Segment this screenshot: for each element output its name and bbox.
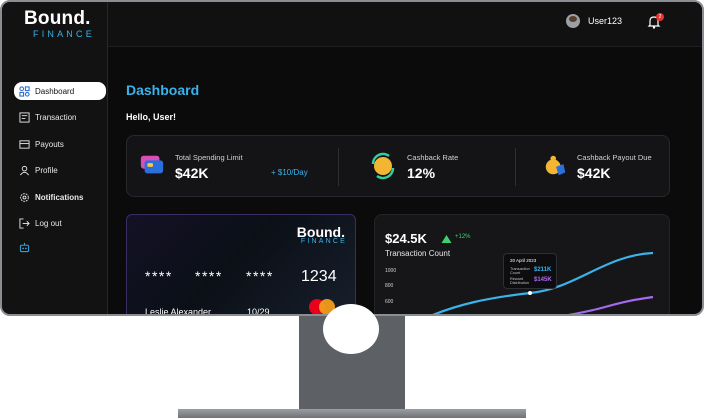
monitor-stand-hole	[323, 304, 379, 354]
top-bar: User123 2	[108, 2, 702, 47]
tooltip-value: $211K	[534, 267, 552, 273]
robot-icon[interactable]	[19, 242, 30, 253]
brand-logo[interactable]: Bound. FINANCE	[24, 8, 95, 39]
logout-icon	[19, 218, 30, 230]
username: User123	[587, 16, 622, 26]
stat-label: Cashback Rate	[407, 153, 459, 162]
transaction-chart-card: $24.5K +12% Transaction Count 1000 800 6…	[374, 214, 670, 314]
sidebar-item-dashboard[interactable]: Dashboard	[14, 82, 106, 100]
sidebar-item-profile[interactable]: Profile	[14, 162, 106, 180]
sidebar-item-transaction[interactable]: Transaction	[14, 109, 106, 127]
stats-panel: Total Spending Limit $42K + $10/Day Cash…	[126, 135, 670, 197]
greeting: Hello, User!	[126, 112, 177, 122]
sidebar-item-label: Transaction	[35, 113, 77, 123]
stat-spending-limit[interactable]: Total Spending Limit $42K + $10/Day	[139, 136, 339, 196]
stat-divider	[515, 148, 516, 186]
profile-icon	[20, 166, 29, 176]
stat-divider	[338, 148, 339, 186]
sidebar-item-notifications[interactable]: Notifications	[14, 188, 106, 206]
monitor-screen: Bound. FINANCE Dashboard Transaction Pay…	[0, 0, 704, 316]
monitor-stand-base	[178, 409, 526, 418]
series-reward-distribution	[568, 295, 654, 314]
tooltip-value: $145K	[534, 277, 552, 283]
brand-name: Bound.	[24, 8, 91, 29]
notification-badge: 2	[656, 13, 664, 21]
card-expiry: 10/29	[247, 307, 270, 316]
stat-cashback-payout[interactable]: Cashback Payout Due $42K	[543, 136, 671, 196]
sidebar-nav: Dashboard Transaction Payouts Profile No…	[14, 82, 106, 253]
credit-card[interactable]: Bound. FINANCE **** **** **** 1234 Lesli…	[126, 214, 356, 316]
sidebar-item-label: Payouts	[35, 139, 64, 149]
gear-icon	[20, 193, 29, 202]
card-icon	[140, 155, 164, 174]
user-menu[interactable]: User123	[565, 14, 622, 28]
tooltip-label: Transaction Count	[510, 267, 530, 275]
sidebar-item-label: Notifications	[35, 192, 84, 202]
stat-value: $42K	[577, 165, 611, 181]
stat-label: Total Spending Limit	[175, 153, 243, 162]
dashboard-icon	[19, 85, 30, 97]
sidebar-item-label: Dashboard	[35, 86, 75, 96]
stat-value: 12%	[407, 165, 436, 181]
avatar	[565, 14, 580, 28]
tooltip-date: 20 April 2023	[510, 258, 537, 263]
sidebar-item-label: Log out	[35, 219, 62, 229]
cashback-icon	[371, 152, 395, 180]
sidebar-item-payouts[interactable]: Payouts	[14, 135, 106, 153]
transaction-icon	[19, 112, 30, 123]
stat-label: Cashback Payout Due	[577, 153, 652, 162]
stat-sub: + $10/Day	[271, 168, 308, 177]
card-holder: Leslie Alexander	[145, 307, 212, 316]
chart-tooltip: 20 April 2023 Transaction Count $211K Re…	[503, 253, 557, 289]
card-brand-sub: FINANCE	[300, 238, 347, 245]
sidebar-item-label: Profile	[35, 166, 58, 176]
card-masked-group: ****	[246, 268, 274, 284]
stat-value: $42K	[175, 165, 209, 181]
sidebar-item-logout[interactable]: Log out	[14, 215, 106, 233]
stat-cashback-rate[interactable]: Cashback Rate 12%	[369, 136, 509, 196]
brand-sub: FINANCE	[33, 29, 95, 39]
chart-hover-point	[528, 291, 532, 295]
card-masked-group: ****	[145, 268, 173, 284]
sidebar: Bound. FINANCE Dashboard Transaction Pay…	[2, 2, 108, 314]
page-title: Dashboard	[126, 82, 200, 98]
card-last4: 1234	[301, 268, 337, 285]
payout-bag-icon	[545, 155, 566, 176]
tooltip-label: Reward Distribution	[510, 277, 529, 285]
payouts-icon	[19, 140, 30, 149]
card-masked-group: ****	[195, 268, 223, 284]
